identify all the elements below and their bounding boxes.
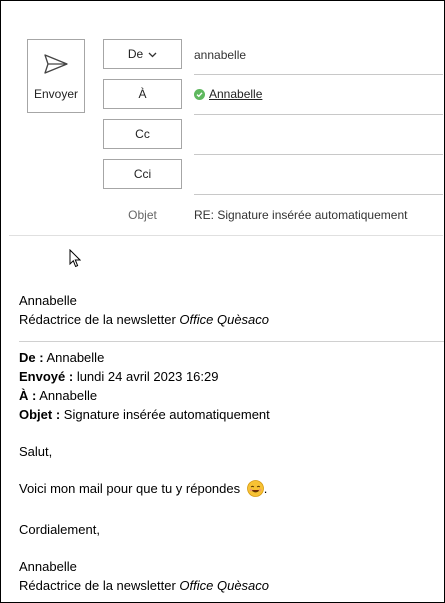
signature-role: Rédactrice de la newsletter [19, 312, 180, 327]
from-button[interactable]: De [103, 39, 182, 69]
signature2-brand: Office Quèsaco [179, 578, 270, 593]
message-end: . [263, 481, 268, 496]
quoted-to-value: Annabelle [39, 388, 98, 403]
from-divider [194, 74, 443, 75]
to-button[interactable]: À [103, 79, 182, 109]
bcc-button[interactable]: Cci [103, 159, 182, 189]
cc-label: Cc [135, 127, 150, 141]
compose-window: Envoyer De annabelle À Annabelle Cc Cci … [0, 0, 445, 603]
message-line: Voici mon mail pour que tu y répondes . [19, 479, 440, 502]
from-label: De [127, 47, 144, 61]
to-recipient-chip[interactable]: Annabelle [194, 87, 262, 101]
subject-input[interactable]: RE: Signature insérée automatiquement [194, 208, 407, 222]
message-body[interactable]: Annabelle Rédactrice de la newsletter Of… [19, 291, 444, 595]
closing: Cordialement, [19, 522, 100, 537]
check-circle-icon [194, 88, 205, 100]
header-separator [9, 235, 443, 236]
quoted-subject-label: Objet : [19, 407, 61, 422]
signature-line: Rédactrice de la newsletter Office Quèsa… [19, 310, 440, 329]
bcc-label: Cci [133, 167, 152, 181]
quoted-from: De : Annabelle [19, 348, 440, 367]
cc-button[interactable]: Cc [103, 119, 182, 149]
quoted-sent-value: lundi 24 avril 2023 16:29 [76, 369, 219, 384]
to-label: À [138, 87, 147, 101]
subject-label: Objet [128, 208, 157, 222]
quoted-to: À : Annabelle [19, 386, 440, 405]
signature-name: Annabelle [19, 293, 77, 308]
quoted-sent-label: Envoyé : [19, 369, 74, 384]
quoted-from-label: De : [19, 350, 44, 365]
smiling-face-icon [246, 480, 264, 502]
cc-field[interactable] [194, 154, 443, 155]
mouse-pointer-icon [69, 248, 82, 273]
chevron-down-icon [148, 47, 157, 61]
quoted-sent: Envoyé : lundi 24 avril 2023 16:29 [19, 367, 440, 386]
message-text: Voici mon mail pour que tu y répondes [19, 481, 244, 496]
send-button[interactable]: Envoyer [27, 39, 85, 113]
greeting: Salut, [19, 444, 53, 459]
signature2-line: Rédactrice de la newsletter Office Quèsa… [19, 576, 440, 595]
signature2-role: Rédactrice de la newsletter [19, 578, 180, 593]
bcc-field[interactable] [194, 194, 443, 195]
quoted-subject: Objet : Signature insérée automatiquemen… [19, 405, 440, 424]
to-recipient-name: Annabelle [209, 87, 263, 101]
signature2-name: Annabelle [19, 559, 77, 574]
send-icon [44, 54, 68, 74]
from-value: annabelle [194, 48, 247, 62]
quoted-subject-value: Signature insérée automatiquement [63, 407, 270, 422]
quote-separator [19, 341, 444, 342]
to-field[interactable] [194, 114, 443, 115]
quoted-to-label: À : [19, 388, 37, 403]
signature-brand: Office Quèsaco [179, 312, 270, 327]
quoted-from-value: Annabelle [46, 350, 105, 365]
send-label: Envoyer [33, 87, 79, 101]
